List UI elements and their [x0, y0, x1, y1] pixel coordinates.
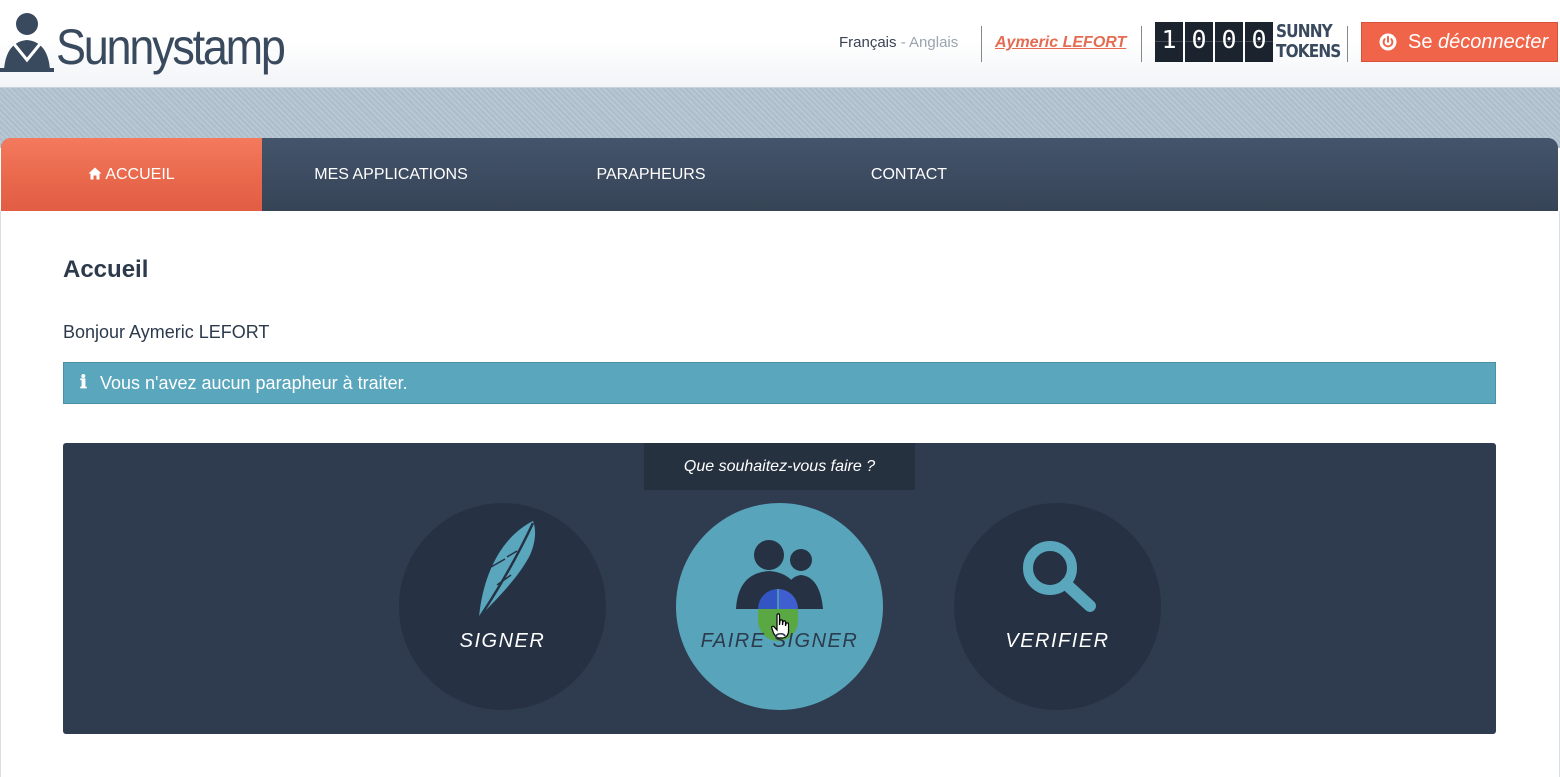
request-signature-action-button[interactable]: FAIRE SIGNER [676, 503, 883, 710]
page-title: Accueil [63, 256, 149, 283]
divider [1141, 26, 1142, 62]
tokens-label-bottom: TOKENS [1276, 41, 1341, 62]
actions-panel: Que souhaitez-vous faire ? SIGNER FAIRE … [63, 443, 1496, 734]
logout-main: déconnecter [1438, 31, 1549, 53]
token-digit: 0 [1245, 22, 1273, 62]
nav-label: MES APPLICATIONS [314, 166, 468, 183]
logo-figure-icon [0, 13, 54, 72]
info-icon: ℹ [80, 372, 87, 393]
divider [1347, 26, 1348, 62]
nav-item-contact[interactable]: CONTACT [821, 138, 997, 211]
sign-action-button[interactable]: SIGNER [399, 503, 606, 710]
header: Sunnystamp Français - Anglais Aymeric LE… [0, 0, 1560, 88]
power-icon [1379, 33, 1397, 51]
lang-french[interactable]: Français [839, 34, 897, 51]
nav-label: CONTACT [870, 166, 948, 183]
nav-item-parapheurs[interactable]: PARAPHEURS [541, 138, 761, 211]
action-label: VERIFIER [1005, 630, 1110, 652]
tokens-label: SUNNY TOKENS [1276, 21, 1341, 62]
nav-label: PARAPHEURS [596, 166, 706, 183]
action-label: SIGNER [459, 630, 546, 652]
language-switcher: Français - Anglais [839, 34, 958, 51]
actions-panel-title: Que souhaitez-vous faire ? [644, 443, 915, 490]
tokens-label-top: SUNNY [1276, 21, 1333, 42]
logo[interactable]: Sunnystamp [0, 8, 300, 75]
nav-item-accueil[interactable]: ACCUEIL [1, 138, 262, 211]
feather-icon [467, 521, 536, 634]
main-nav: ACCUEIL MES APPLICATIONS PARAPHEURS CONT… [1, 138, 1558, 211]
logo-text: Sunnystamp [56, 19, 286, 75]
token-digit: 0 [1185, 22, 1213, 62]
verify-action-button[interactable]: VERIFIER [954, 503, 1161, 710]
nav-label: ACCUEIL [105, 166, 175, 183]
greeting-text: Bonjour Aymeric LEFORT [63, 322, 270, 342]
info-alert: ℹ Vous n'avez aucun parapheur à traiter. [63, 362, 1496, 404]
user-profile-link[interactable]: Aymeric LEFORT [995, 34, 1126, 52]
lang-separator: - [900, 34, 906, 51]
logout-prefix: Se [1408, 31, 1433, 53]
logout-label: Se déconnecter [1408, 23, 1548, 61]
token-digit: 1 [1155, 22, 1183, 62]
lang-english[interactable]: Anglais [909, 34, 958, 51]
home-icon [88, 167, 102, 180]
divider [981, 26, 982, 62]
logout-button[interactable]: Se déconnecter [1361, 22, 1558, 62]
nav-item-mes-applications[interactable]: MES APPLICATIONS [271, 138, 511, 211]
magnifier-icon [1023, 541, 1096, 612]
alert-message: Vous n'avez aucun parapheur à traiter. [100, 373, 408, 393]
token-digit: 0 [1215, 22, 1243, 62]
action-label: FAIRE SIGNER [700, 630, 859, 652]
